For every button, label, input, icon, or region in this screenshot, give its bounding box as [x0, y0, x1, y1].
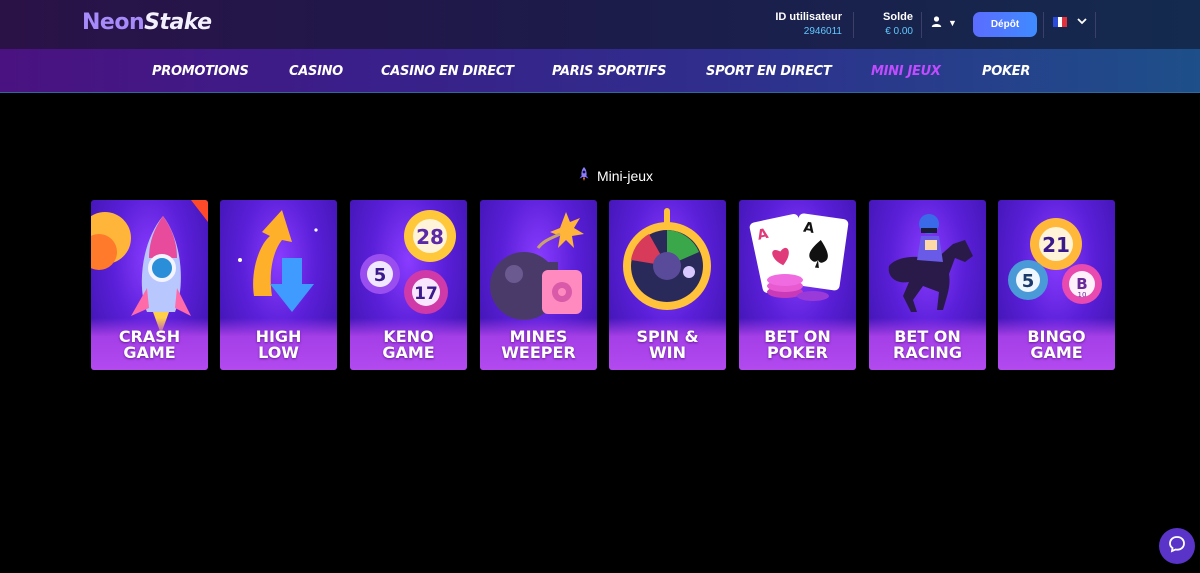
game-card-label: SPIN & WIN	[636, 327, 699, 362]
game-card-label: MINES WEEPER	[501, 327, 576, 362]
balance-value: € 0.00	[885, 26, 913, 37]
french-flag-icon	[1053, 17, 1068, 27]
main-nav: PROMOTIONS CASINO CASINO EN DIRECT PARIS…	[0, 49, 1200, 93]
nav-item-mini-jeux[interactable]: MINI JEUX	[871, 64, 941, 79]
game-card-bet-on-poker[interactable]: A A BET ON POKER	[739, 200, 856, 370]
game-card-mines-weeper[interactable]: MINES WEEPER	[480, 200, 597, 370]
user-id-label: ID utilisateur	[775, 11, 842, 23]
logo[interactable]: NeonStake	[82, 10, 212, 35]
nav-item-casino-en-direct[interactable]: CASINO EN DIRECT	[381, 64, 514, 79]
svg-text:5: 5	[1022, 271, 1035, 292]
game-card-label: CRASH GAME	[118, 327, 181, 362]
game-card-label: BET ON POKER	[764, 327, 831, 362]
game-card-keno[interactable]: 28 5 17 KENO GAME	[350, 200, 467, 370]
rocket-icon	[577, 166, 591, 185]
nav-item-casino[interactable]: CASINO	[289, 64, 343, 79]
nav-item-sport-en-direct[interactable]: SPORT EN DIRECT	[706, 64, 832, 79]
game-card-crash[interactable]: CRASH GAME	[91, 200, 208, 370]
game-card-label: BET ON RACING	[893, 327, 962, 362]
nav-item-paris-sportifs[interactable]: PARIS SPORTIFS	[552, 64, 667, 79]
svg-text:28: 28	[416, 225, 444, 249]
logo-part2: Stake	[144, 10, 212, 35]
nav-item-promotions[interactable]: PROMOTIONS	[152, 64, 249, 79]
caret-down-icon: ▼	[948, 18, 957, 28]
divider	[1043, 12, 1044, 38]
chevron-down-icon	[1077, 16, 1087, 28]
game-card-label: HIGH LOW	[255, 327, 302, 362]
user-id-block: ID utilisateur 2946011	[775, 11, 842, 37]
user-menu[interactable]: ▼	[931, 16, 957, 30]
game-card-label: BINGO GAME	[1027, 327, 1086, 362]
deposit-button[interactable]: Dépôt	[973, 12, 1037, 37]
balance-block: Solde € 0.00	[883, 11, 913, 37]
section-title: Mini-jeux	[577, 166, 653, 185]
svg-text:21: 21	[1042, 233, 1070, 257]
nav-item-poker[interactable]: POKER	[982, 64, 1030, 79]
svg-text:10: 10	[1078, 291, 1087, 299]
section-title-text: Mini-jeux	[597, 167, 654, 184]
game-card-spin-win[interactable]: SPIN & WIN	[609, 200, 726, 370]
top-bar: NeonStake ID utilisateur 2946011 Solde €…	[0, 0, 1200, 49]
divider	[921, 12, 922, 38]
svg-text:5: 5	[374, 265, 387, 286]
logo-part1: Neon	[82, 10, 145, 35]
game-card-label: KENO GAME	[382, 327, 435, 362]
balance-label: Solde	[883, 11, 913, 23]
game-card-bet-on-racing[interactable]: BET ON RACING	[869, 200, 986, 370]
game-card-high-low[interactable]: HIGH LOW	[220, 200, 337, 370]
support-chat-button[interactable]	[1159, 528, 1195, 564]
chat-icon	[1168, 535, 1186, 558]
language-selector[interactable]	[1053, 16, 1087, 28]
game-card-bingo[interactable]: 21 5 B 10 BINGO GAME	[998, 200, 1115, 370]
divider	[853, 12, 854, 38]
divider	[1095, 12, 1096, 38]
user-id-value: 2946011	[803, 26, 842, 37]
user-icon	[931, 16, 942, 30]
svg-text:17: 17	[414, 284, 438, 304]
